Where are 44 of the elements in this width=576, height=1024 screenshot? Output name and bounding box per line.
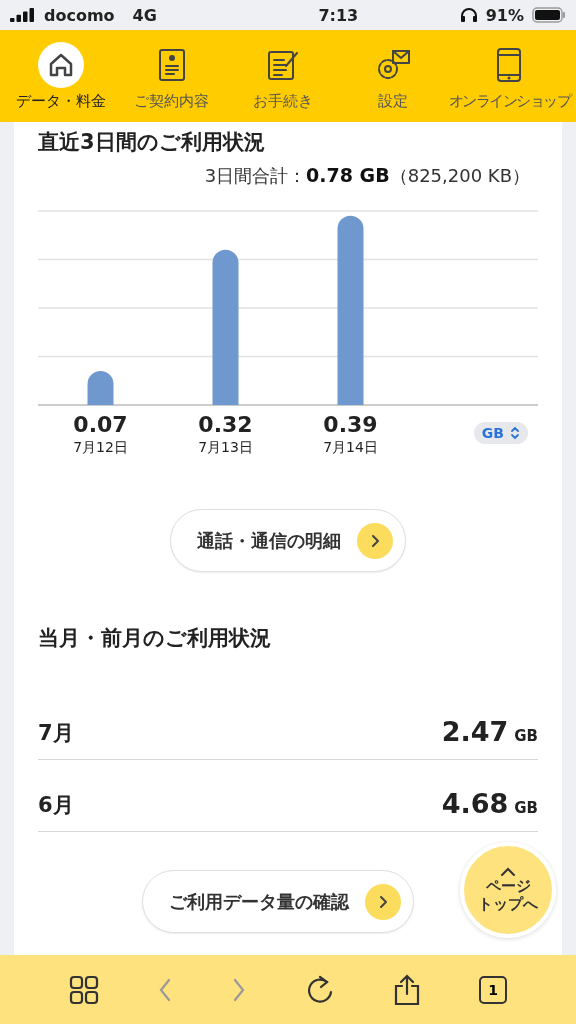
carrier-name: docomo bbox=[44, 5, 115, 25]
data-check-button[interactable]: ご利用データ量の確認 bbox=[142, 870, 414, 933]
bar-date: 7月14日 bbox=[323, 439, 378, 457]
smartphone-icon bbox=[496, 46, 523, 83]
page-top-label: トップへ bbox=[478, 895, 538, 913]
detail-button[interactable]: 通話・通信の明細 bbox=[170, 509, 406, 572]
bar-value: 0.07 bbox=[73, 412, 128, 437]
headphones-icon bbox=[459, 7, 478, 23]
up-down-icon bbox=[510, 426, 520, 440]
total-usage: 3日間合計：0.78 GB（825,200 KB） bbox=[204, 164, 530, 188]
tabs-grid-icon[interactable] bbox=[69, 974, 99, 1005]
nav-tab[interactable]: ご契約内容 bbox=[116, 30, 228, 122]
nav-tab[interactable]: オンラインショップ bbox=[448, 30, 570, 122]
clock: 7:13 bbox=[318, 5, 359, 25]
bar-date: 7月13日 bbox=[198, 439, 253, 457]
tab-count-button[interactable]: 1 bbox=[479, 975, 507, 1004]
caret-up-icon bbox=[500, 867, 516, 877]
bar-date: 7月12日 bbox=[73, 439, 128, 457]
battery-percent: 91% bbox=[485, 5, 524, 25]
month-label: 6月 bbox=[38, 792, 74, 819]
gear-envelope-icon bbox=[375, 47, 412, 82]
page-top-label: ページ bbox=[485, 877, 531, 895]
reload-icon[interactable] bbox=[305, 973, 335, 1006]
unit-selector[interactable]: GB bbox=[473, 422, 528, 444]
nav-tab[interactable]: お手続き bbox=[227, 30, 338, 122]
bar-value: 0.39 bbox=[323, 412, 378, 437]
usage-unit: GB bbox=[514, 727, 538, 745]
network-type: 4G bbox=[132, 5, 157, 25]
bar-value: 0.32 bbox=[198, 412, 253, 437]
usage-amount: 4.68 bbox=[441, 788, 509, 819]
chevron-right-icon bbox=[377, 894, 389, 909]
signal-icon bbox=[10, 8, 36, 22]
usage-unit: GB bbox=[514, 799, 538, 817]
month-label: 7月 bbox=[38, 720, 74, 747]
chevron-right-icon bbox=[369, 533, 381, 548]
usage-amount: 2.47 bbox=[441, 716, 509, 747]
battery-icon bbox=[532, 7, 566, 23]
section-title: 当月・前月のご利用状況 bbox=[38, 625, 272, 652]
section-title: 直近3日間のご利用状況 bbox=[38, 129, 266, 156]
contract-card-icon bbox=[156, 47, 187, 82]
nav-tab[interactable]: データ・料金 bbox=[6, 30, 117, 122]
chart-bar bbox=[87, 371, 114, 405]
nav-tab[interactable]: 設定 bbox=[337, 30, 449, 122]
share-icon[interactable] bbox=[393, 973, 421, 1006]
